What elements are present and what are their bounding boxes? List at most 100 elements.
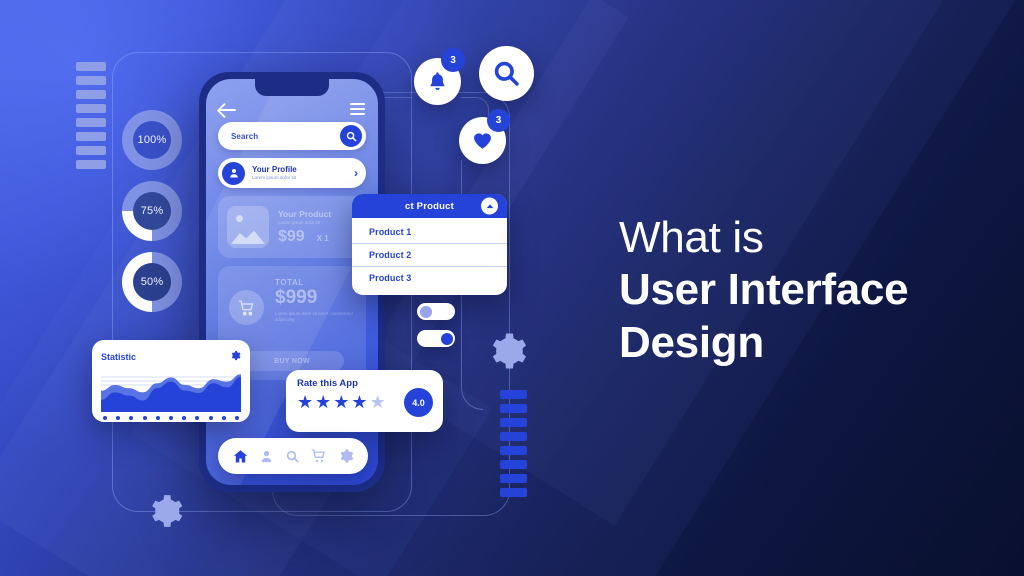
- phone-notch: [255, 79, 329, 96]
- progress-ring-100: 100%: [122, 110, 182, 170]
- toggle-switch-off[interactable]: [417, 303, 455, 320]
- decorative-bar: [500, 460, 527, 469]
- heart-badge: 3: [487, 109, 510, 132]
- decorative-bar: [500, 404, 527, 413]
- gear-icon[interactable]: [336, 447, 355, 466]
- product-dropdown[interactable]: ct Product Product 1 Product 2 Product 3: [352, 194, 507, 295]
- connector-line-bell: [384, 97, 412, 98]
- toggle-switch-on[interactable]: [417, 330, 455, 347]
- headline-line-2: User Interface: [619, 264, 909, 314]
- toggle-knob: [440, 332, 453, 345]
- headline-line-1: What is: [619, 213, 764, 262]
- star-filled-icon[interactable]: ★: [315, 393, 331, 411]
- decorative-bar: [76, 132, 106, 141]
- product-quantity: X 1: [316, 234, 329, 244]
- total-label: TOTAL: [275, 278, 304, 287]
- axis-dot: [103, 416, 107, 420]
- progress-ring-label: 50%: [140, 276, 164, 288]
- profile-subtitle: Lorem ipsum dolor sit: [252, 174, 296, 180]
- decorative-bar: [76, 90, 106, 99]
- axis-dot: [142, 416, 147, 420]
- image-placeholder-icon: [227, 206, 269, 248]
- progress-ring-label: 75%: [140, 205, 164, 217]
- thumb-sun: [236, 215, 243, 222]
- product-card: Your Product Lorem ipsum dolor sit $99 X…: [218, 196, 366, 258]
- decorative-bar: [500, 488, 527, 497]
- total-description: Lorem ipsum dolor sit amet, consectetur …: [275, 310, 354, 322]
- user-avatar-icon: [222, 161, 245, 185]
- axis-dot: [116, 416, 121, 420]
- profile-text: Your Profile Lorem ipsum dolor sit: [245, 165, 354, 180]
- bell-badge: 3: [441, 48, 465, 72]
- progress-ring-label: 100%: [137, 134, 167, 146]
- axis-dot: [168, 416, 173, 420]
- decorative-bar: [76, 160, 106, 169]
- rating-score-badge: 4.0: [404, 388, 433, 417]
- star-filled-icon[interactable]: ★: [333, 393, 349, 411]
- headline: What is User Interface Design: [619, 212, 999, 370]
- rating-title: Rate this App: [297, 378, 358, 389]
- search-input[interactable]: Search: [218, 122, 366, 150]
- shopping-cart-icon: [229, 290, 264, 325]
- decorative-bar-stack-left: [76, 62, 106, 169]
- star-filled-icon[interactable]: ★: [351, 393, 367, 411]
- bottom-navigation-bar[interactable]: [218, 438, 368, 474]
- statistic-header: Statistic: [101, 348, 241, 366]
- decorative-bar-stack-right: [500, 390, 527, 497]
- search-bubble[interactable]: [479, 46, 534, 101]
- product-price-row: $99 X 1: [278, 229, 357, 245]
- decorative-bar: [76, 62, 106, 71]
- profile-card[interactable]: Your Profile Lorem ipsum dolor sit ›: [218, 158, 366, 188]
- search-icon[interactable]: [340, 125, 362, 147]
- axis-dot: [155, 416, 160, 420]
- caret-up-icon[interactable]: [481, 197, 498, 215]
- headline-line-3: Design: [619, 317, 764, 367]
- total-value: $999: [275, 287, 318, 308]
- banner-stage: 100% 75% 50% Search Your Profile Lorem i…: [0, 0, 1024, 576]
- dropdown-list: Product 1 Product 2 Product 3: [352, 218, 507, 295]
- chevron-right-icon[interactable]: ›: [354, 167, 358, 179]
- product-title: Your Product: [278, 208, 332, 219]
- product-price: $99: [278, 228, 305, 246]
- rating-card: Rate this App ★ ★ ★ ★ ★ 4.0: [286, 370, 443, 432]
- progress-ring-75: 75%: [122, 181, 182, 241]
- decorative-bar: [500, 432, 527, 441]
- home-icon[interactable]: [231, 447, 250, 466]
- search-icon[interactable]: [283, 447, 302, 466]
- decorative-bar: [500, 474, 527, 483]
- axis-dot: [221, 416, 226, 420]
- gear-icon-right: [486, 330, 528, 377]
- statistic-card: Statistic: [92, 340, 250, 422]
- decorative-bar: [500, 418, 527, 427]
- user-icon[interactable]: [257, 447, 276, 466]
- axis-dot: [234, 416, 239, 420]
- hamburger-menu-icon[interactable]: [350, 103, 365, 115]
- arrow-left-icon[interactable]: [219, 103, 236, 116]
- decorative-bar: [500, 446, 527, 455]
- star-empty-icon[interactable]: ★: [370, 393, 386, 411]
- axis-dot: [182, 416, 187, 420]
- phone-topbar: [206, 96, 378, 122]
- decorative-bar: [76, 104, 106, 113]
- buy-now-button[interactable]: BUY NOW: [240, 351, 344, 371]
- search-placeholder: Search: [231, 131, 259, 141]
- star-filled-icon[interactable]: ★: [297, 393, 313, 411]
- dropdown-item[interactable]: Product 1: [352, 221, 507, 244]
- progress-ring-50: 50%: [122, 252, 182, 312]
- axis-dot: [195, 416, 200, 420]
- dropdown-item[interactable]: Product 3: [352, 267, 507, 289]
- decorative-bar: [76, 118, 106, 127]
- toggle-knob: [419, 305, 432, 318]
- statistic-dot-axis: [101, 416, 241, 420]
- product-info: Your Product Lorem ipsum dolor sit $99 X…: [269, 209, 357, 245]
- dropdown-item[interactable]: Product 2: [352, 244, 507, 267]
- gear-icon[interactable]: [230, 348, 241, 366]
- profile-title: Your Profile: [252, 165, 297, 175]
- gear-icon-bottom-left: [146, 492, 184, 535]
- dropdown-header-label: ct Product: [405, 200, 454, 212]
- product-subtitle: Lorem ipsum dolor sit: [278, 220, 320, 226]
- decorative-bar: [76, 146, 106, 155]
- dropdown-header[interactable]: ct Product: [352, 194, 507, 218]
- cart-icon[interactable]: [310, 447, 329, 466]
- statistic-chart: [101, 371, 241, 412]
